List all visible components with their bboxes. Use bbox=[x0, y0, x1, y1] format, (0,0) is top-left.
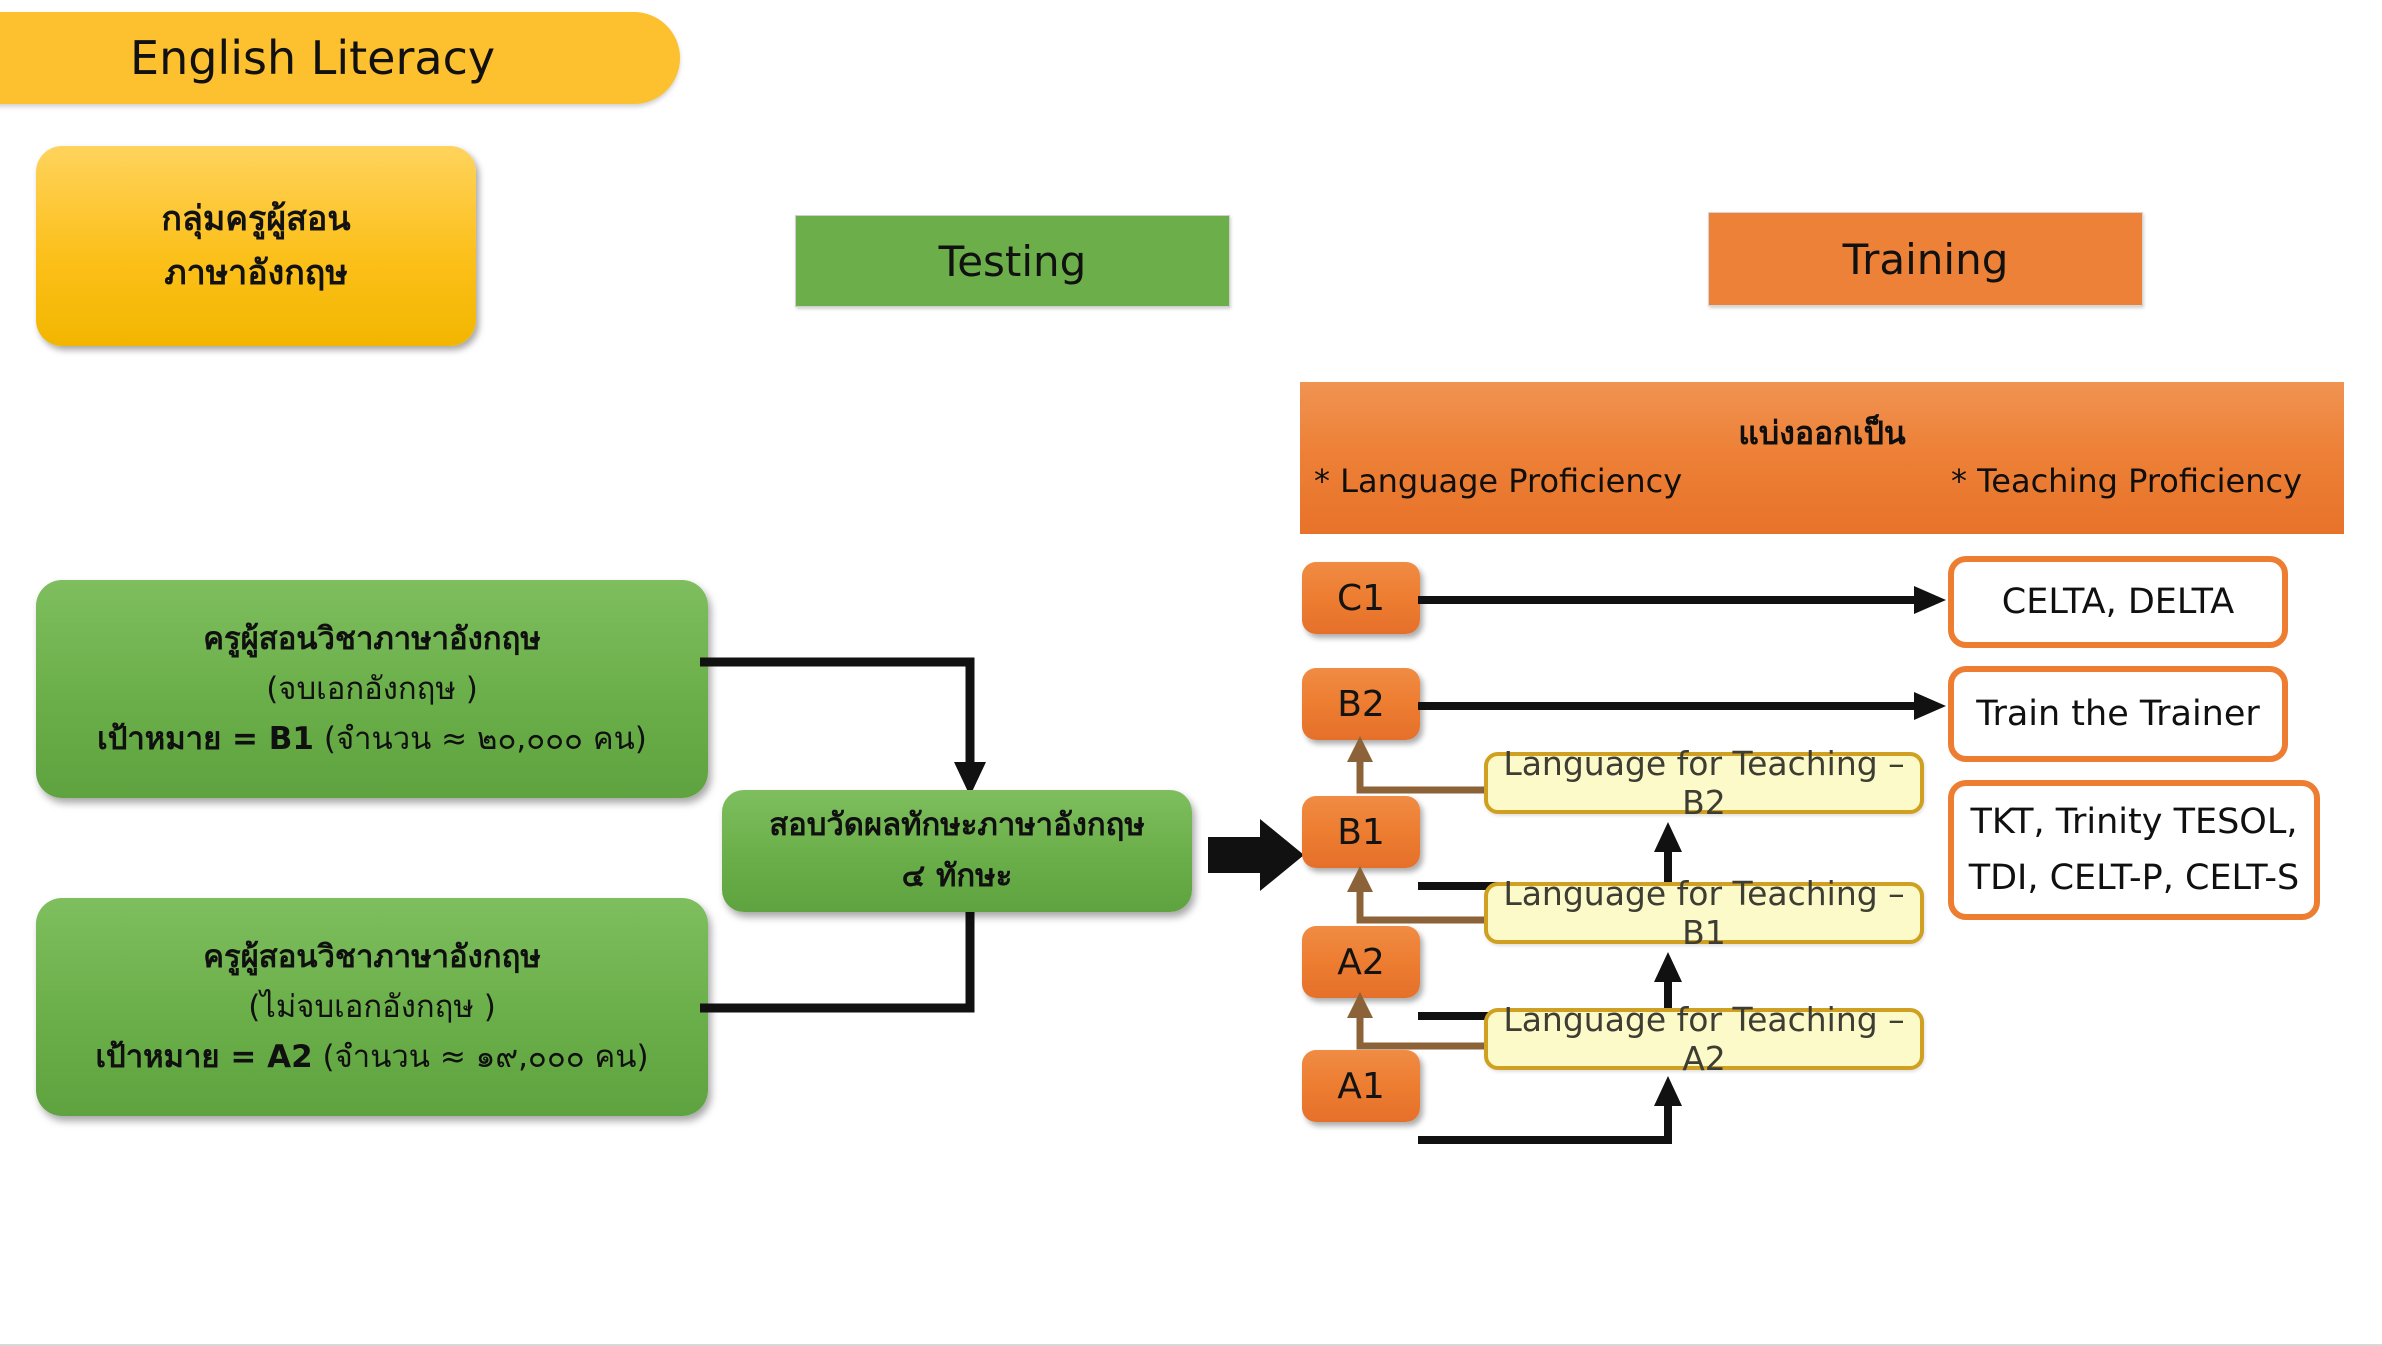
outcome-box-train-the-trainer: Train the Trainer bbox=[1948, 666, 2288, 762]
page-title: English Literacy bbox=[130, 31, 496, 85]
outcome-celta-delta-line1: CELTA, DELTA bbox=[2001, 582, 2235, 622]
training-panel-title: แบ่งออกเป็น bbox=[1738, 414, 1906, 452]
teacher-group-line1: กลุ่มครูผู้สอน bbox=[161, 198, 351, 239]
title-banner: English Literacy bbox=[0, 12, 680, 104]
teacher-box-1-line3: เป้าหมาย = B1 (จำนวน ≈ ๒๐,๐๐๐ คน) bbox=[97, 714, 647, 764]
teacher-box-2-count: (จำนวน ≈ ๑๙,๐๐๐ คน) bbox=[312, 1039, 649, 1076]
training-panel-subtitle-teaching: * Teaching Proficiency bbox=[1950, 462, 2302, 500]
connector-teacher1-to-testing bbox=[700, 650, 1000, 800]
header-training-label: Training bbox=[1842, 234, 2009, 284]
teacher-box-non-english-major: ครูผู้สอนวิชาภาษาอังกฤษ (ไม่จบเอกอังกฤษ … bbox=[36, 898, 708, 1116]
lft-box-b2: Language for Teaching – B2 bbox=[1484, 744, 1924, 822]
teacher-box-2-line1: ครูผู้สอนวิชาภาษาอังกฤษ bbox=[203, 938, 541, 975]
cefr-chip-b1-label: B1 bbox=[1337, 811, 1385, 853]
slide-canvas: English Literacy กลุ่มครูผู้สอน ภาษาอังก… bbox=[0, 0, 2382, 1346]
teacher-box-2-line2: (ไม่จบเอกอังกฤษ ) bbox=[248, 988, 496, 1025]
teacher-box-2-line3: เป้าหมาย = A2 (จำนวน ≈ ๑๙,๐๐๐ คน) bbox=[95, 1032, 648, 1082]
teacher-box-1-line2: (จบเอกอังกฤษ ) bbox=[266, 670, 478, 707]
cefr-chip-b2-label: B2 bbox=[1337, 683, 1385, 725]
outcome-tkt-line1: TKT, Trinity TESOL, bbox=[1970, 802, 2298, 842]
lft-box-a2: Language for Teaching – A2 bbox=[1484, 1000, 1924, 1078]
teacher-box-1-target: เป้าหมาย = B1 bbox=[97, 721, 315, 758]
connector-b2-to-train-the-trainer bbox=[1418, 692, 1958, 724]
cefr-chip-a2-label: A2 bbox=[1337, 941, 1385, 983]
cefr-chip-c1: C1 bbox=[1302, 562, 1420, 634]
teacher-group-box: กลุ่มครูผู้สอน ภาษาอังกฤษ bbox=[36, 146, 476, 346]
header-testing-label: Testing bbox=[938, 236, 1087, 286]
cefr-chip-b1: B1 bbox=[1302, 796, 1420, 868]
training-panel-subtitle-language: * Language Proficiency bbox=[1314, 462, 1683, 500]
connector-a1-to-lft-a2 bbox=[1418, 1072, 1682, 1152]
lft-box-a2-label: Language for Teaching – A2 bbox=[1503, 1000, 1905, 1078]
cefr-chip-c1-label: C1 bbox=[1336, 577, 1386, 619]
testing-box: สอบวัดผลทักษะภาษาอังกฤษ ๔ ทักษะ bbox=[722, 790, 1192, 912]
cefr-chip-a2: A2 bbox=[1302, 926, 1420, 998]
header-testing: Testing bbox=[795, 215, 1230, 307]
outcome-box-tkt-group: TKT, Trinity TESOL, TDI, CELT-P, CELT-S bbox=[1948, 780, 2320, 920]
teacher-box-english-major: ครูผู้สอนวิชาภาษาอังกฤษ (จบเอกอังกฤษ ) เ… bbox=[36, 580, 708, 798]
connector-c1-to-celta bbox=[1418, 586, 1958, 618]
teacher-box-1-count: (จำนวน ≈ ๒๐,๐๐๐ คน) bbox=[314, 721, 647, 758]
outcome-train-the-trainer-line1: Train the Trainer bbox=[1976, 694, 2260, 734]
lft-box-b2-label: Language for Teaching – B2 bbox=[1503, 744, 1905, 822]
teacher-group-line2: ภาษาอังกฤษ bbox=[164, 253, 348, 293]
outcome-box-celta-delta: CELTA, DELTA bbox=[1948, 556, 2288, 648]
lft-box-b1-label: Language for Teaching – B1 bbox=[1503, 874, 1905, 952]
teacher-box-1-line1: ครูผู้สอนวิชาภาษาอังกฤษ bbox=[203, 620, 541, 657]
outcome-tkt-line2: TDI, CELT-P, CELT-S bbox=[1968, 858, 2300, 898]
cefr-chip-b2: B2 bbox=[1302, 668, 1420, 740]
connector-testing-to-levels bbox=[1208, 815, 1308, 895]
lft-box-b1: Language for Teaching – B1 bbox=[1484, 874, 1924, 952]
cefr-chip-a1-label: A1 bbox=[1337, 1065, 1385, 1107]
testing-box-line1: สอบวัดผลทักษะภาษาอังกฤษ bbox=[769, 806, 1145, 843]
training-panel: แบ่งออกเป็น * Language Proficiency * Tea… bbox=[1300, 382, 2344, 534]
teacher-box-2-target: เป้าหมาย = A2 bbox=[95, 1039, 313, 1076]
cefr-chip-a1: A1 bbox=[1302, 1050, 1420, 1122]
header-training: Training bbox=[1708, 212, 2143, 306]
testing-box-line2: ๔ ทักษะ bbox=[901, 858, 1013, 894]
